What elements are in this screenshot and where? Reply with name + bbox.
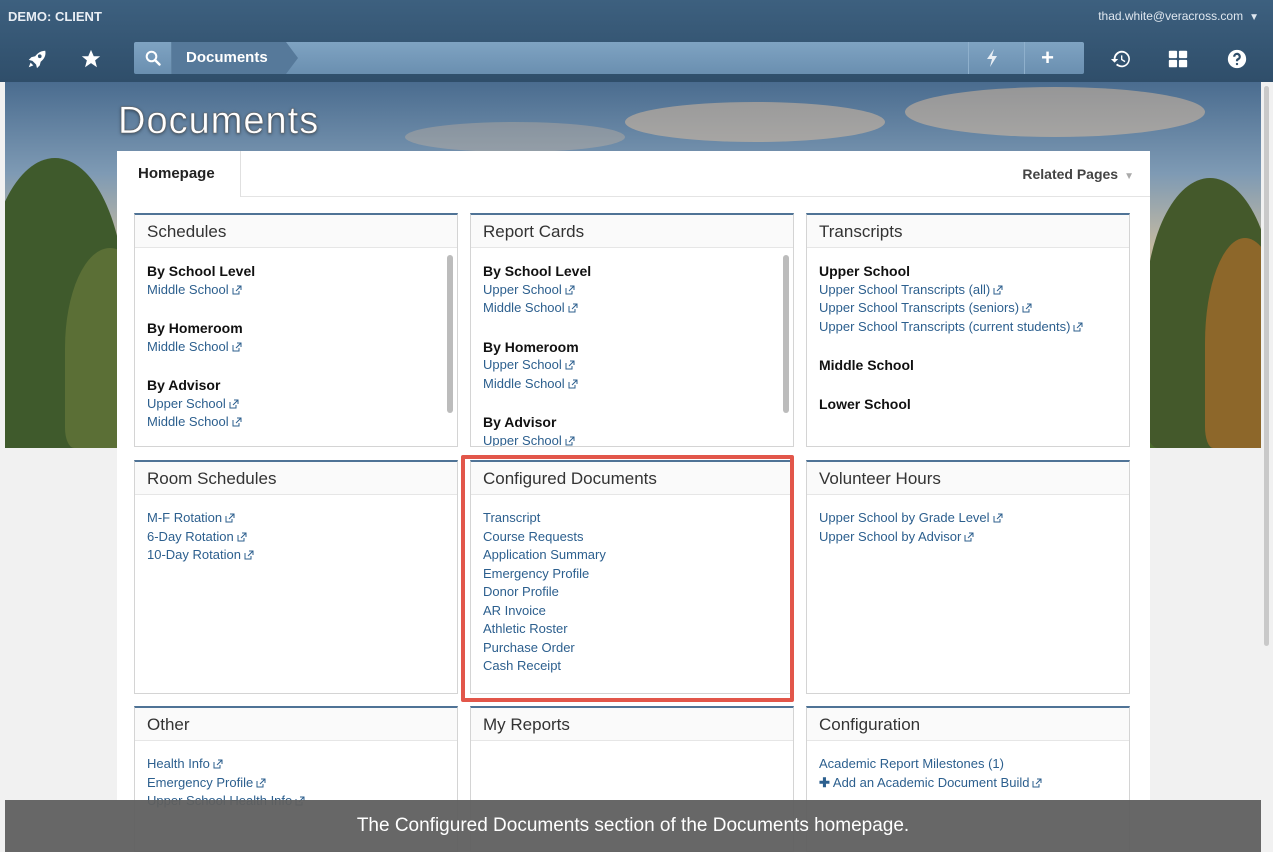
panel-body: M-F Rotation 6-Day Rotation 10-Day Rotat… bbox=[135, 495, 457, 565]
history-icon[interactable] bbox=[1106, 44, 1136, 74]
external-link-icon bbox=[565, 285, 575, 294]
link[interactable]: 6-Day Rotation bbox=[147, 528, 445, 547]
group-heading: Upper School bbox=[819, 263, 911, 279]
link[interactable]: Upper School bbox=[147, 395, 445, 414]
external-link-icon bbox=[964, 532, 974, 541]
external-link-icon bbox=[1022, 303, 1032, 313]
help-icon[interactable] bbox=[1222, 44, 1252, 74]
link[interactable]: Upper School Transcripts (seniors) bbox=[819, 299, 1117, 318]
link[interactable]: Emergency Profile bbox=[147, 774, 445, 793]
external-link-icon bbox=[244, 550, 254, 560]
panel-title: Volunteer Hours bbox=[807, 462, 1129, 495]
chevron-down-icon: ▼ bbox=[1124, 171, 1134, 182]
link[interactable]: Upper School Transcripts (all) bbox=[819, 281, 1117, 300]
milestones-link[interactable]: Academic Report Milestones (1) bbox=[819, 755, 1117, 774]
external-link-icon bbox=[256, 778, 266, 787]
external-link-icon bbox=[1073, 322, 1083, 331]
page-title: Documents bbox=[118, 100, 320, 143]
panel-transcripts: Transcripts Upper School Upper School Tr… bbox=[806, 213, 1130, 447]
panel-body: By School Level Upper School Middle Scho… bbox=[471, 248, 793, 446]
search-bar[interactable]: Documents + bbox=[134, 42, 1084, 74]
related-pages-label: Related Pages bbox=[1022, 166, 1119, 182]
breadcrumb[interactable]: Documents bbox=[172, 42, 298, 74]
panel-title: Other bbox=[135, 708, 457, 741]
panel-body: Academic Report Milestones (1) ✚ Add an A… bbox=[807, 741, 1129, 792]
external-link-icon bbox=[993, 285, 1003, 294]
page-scrollbar[interactable] bbox=[1264, 86, 1269, 646]
tab-row: Homepage Related Pages ▼ bbox=[117, 151, 1150, 197]
external-link-icon bbox=[213, 759, 223, 769]
panel-volunteer-hours: Volunteer Hours Upper School by Grade Le… bbox=[806, 460, 1130, 694]
chevron-down-icon: ▼ bbox=[1249, 12, 1259, 23]
rocket-icon[interactable] bbox=[22, 44, 52, 74]
panel-body: Upper School Upper School Transcripts (a… bbox=[807, 248, 1129, 413]
link[interactable]: Upper School bbox=[483, 356, 781, 375]
external-link-icon bbox=[1032, 778, 1042, 787]
link[interactable]: Upper School bbox=[483, 432, 781, 446]
link[interactable]: Middle School bbox=[483, 299, 781, 318]
external-link-icon bbox=[232, 417, 242, 427]
group-heading: By Homeroom bbox=[147, 320, 243, 336]
caption: The Configured Documents section of the … bbox=[5, 800, 1261, 852]
add-build-link[interactable]: ✚ Add an Academic Document Build bbox=[819, 774, 1117, 793]
lightning-icon bbox=[986, 49, 997, 67]
quick-action-button[interactable] bbox=[968, 42, 1014, 74]
external-link-icon bbox=[568, 379, 578, 388]
panel-body: Upper School by Grade Level Upper School… bbox=[807, 495, 1129, 546]
link[interactable]: Middle School bbox=[147, 338, 445, 357]
plus-icon: + bbox=[1041, 45, 1054, 70]
group-heading: By School Level bbox=[147, 263, 256, 279]
search-button[interactable] bbox=[134, 42, 172, 74]
panel-title: Schedules bbox=[135, 215, 457, 248]
external-link-icon bbox=[232, 285, 242, 294]
external-link-icon bbox=[568, 303, 578, 313]
panel-room-schedules: Room Schedules M-F Rotation 6-Day Rotati… bbox=[134, 460, 458, 694]
link[interactable]: M-F Rotation bbox=[147, 509, 445, 528]
external-link-icon bbox=[565, 360, 575, 370]
external-link-icon bbox=[993, 513, 1003, 523]
add-button[interactable]: + bbox=[1024, 42, 1070, 74]
panel-scrollbar[interactable] bbox=[783, 255, 789, 413]
panel-body: By School Level Middle School By Homeroo… bbox=[135, 248, 457, 432]
link[interactable]: Middle School bbox=[147, 413, 445, 432]
user-menu[interactable]: thad.white@veracross.com ▼ bbox=[1098, 9, 1259, 23]
panel-report-cards: Report Cards By School Level Upper Schoo… bbox=[470, 213, 794, 447]
grid-icon[interactable] bbox=[1163, 44, 1193, 74]
client-label: DEMO: CLIENT bbox=[8, 9, 102, 24]
link[interactable]: Middle School bbox=[483, 375, 781, 394]
external-link-icon bbox=[225, 513, 235, 523]
tab-homepage[interactable]: Homepage bbox=[117, 151, 241, 197]
group-heading: Lower School bbox=[819, 395, 911, 412]
group-heading: Middle School bbox=[819, 357, 914, 373]
star-icon[interactable] bbox=[76, 44, 106, 74]
external-link-icon bbox=[565, 436, 575, 445]
link[interactable]: Health Info bbox=[147, 755, 445, 774]
plus-icon: ✚ bbox=[819, 774, 830, 790]
panel-title: Transcripts bbox=[807, 215, 1129, 248]
link[interactable]: Middle School bbox=[147, 281, 445, 300]
external-link-icon bbox=[232, 342, 242, 351]
link[interactable]: Upper School bbox=[483, 281, 781, 300]
link[interactable]: 10-Day Rotation bbox=[147, 546, 445, 565]
group-heading: By School Level bbox=[483, 263, 592, 279]
link[interactable]: Upper School Transcripts (current studen… bbox=[819, 318, 1117, 337]
group-heading: By Homeroom bbox=[483, 338, 579, 355]
external-link-icon bbox=[229, 399, 239, 408]
highlight-box bbox=[461, 455, 794, 702]
user-email: thad.white@veracross.com bbox=[1098, 9, 1244, 23]
external-link-icon bbox=[237, 532, 247, 541]
related-pages-menu[interactable]: Related Pages ▼ bbox=[1022, 151, 1134, 200]
group-heading: By Advisor bbox=[147, 377, 221, 393]
panel-scrollbar[interactable] bbox=[447, 255, 453, 413]
panel-title: My Reports bbox=[471, 708, 793, 741]
top-bar: DEMO: CLIENT thad.white@veracross.com ▼ D… bbox=[0, 0, 1273, 82]
search-icon bbox=[145, 50, 161, 66]
panel-title: Room Schedules bbox=[135, 462, 457, 495]
panel-schedules: Schedules By School Level Middle School … bbox=[134, 213, 458, 447]
group-heading: By Advisor bbox=[483, 414, 557, 430]
panel-title: Configuration bbox=[807, 708, 1129, 741]
link[interactable]: Upper School by Grade Level bbox=[819, 509, 1117, 528]
link[interactable]: Upper School by Advisor bbox=[819, 528, 1117, 547]
panel-title: Report Cards bbox=[471, 215, 793, 248]
